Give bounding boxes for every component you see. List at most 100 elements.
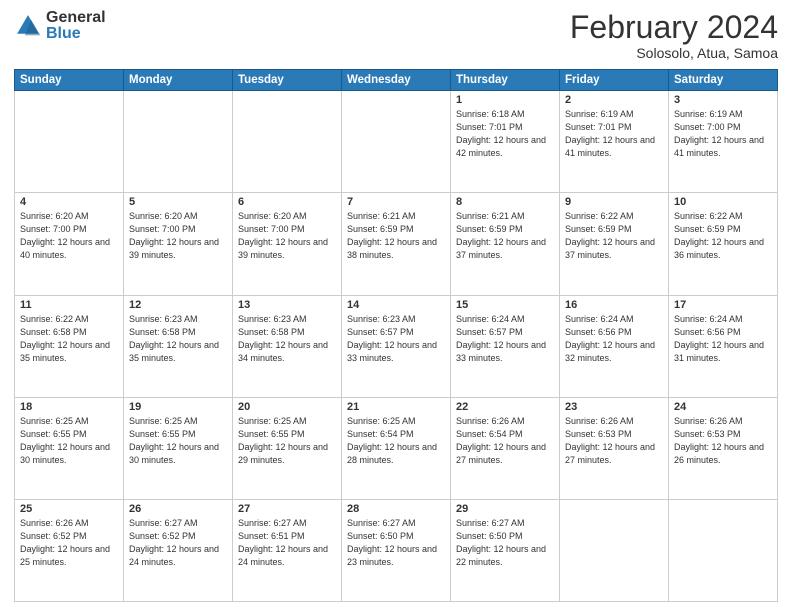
calendar-cell: 3Sunrise: 6:19 AM Sunset: 7:00 PM Daylig… [669, 91, 778, 193]
logo-icon [14, 12, 42, 40]
day-info: Sunrise: 6:25 AM Sunset: 6:55 PM Dayligh… [238, 415, 336, 467]
calendar-cell [15, 91, 124, 193]
day-number: 8 [456, 196, 554, 208]
calendar-week-row: 11 Sunrise: 6:22 AM Sunset: 6:58 PM Dayli… [15, 295, 778, 397]
day-info: Sunrise: 6:19 AM Sunset: 7:00 PM Dayligh… [674, 108, 772, 160]
page: General Blue February 2024 Solosolo, Atu… [0, 0, 792, 612]
calendar-cell: 11 Sunrise: 6:22 AM Sunset: 6:58 PM Dayli… [15, 295, 124, 397]
calendar-cell [560, 499, 669, 601]
calendar-table: SundayMondayTuesdayWednesdayThursdayFrid… [14, 69, 778, 602]
day-info: Sunrise: 6:23 AM Sunset: 6:57 PM Dayligh… [347, 313, 445, 365]
calendar-cell: 22Sunrise: 6:26 AM Sunset: 6:54 PM Dayli… [451, 397, 560, 499]
calendar-cell [342, 91, 451, 193]
calendar-cell: 14 Sunrise: 6:23 AM Sunset: 6:57 PM Dayli… [342, 295, 451, 397]
day-number: 18 [20, 401, 118, 413]
day-info: Sunrise: 6:24 AM Sunset: 6:56 PM Dayligh… [565, 313, 663, 365]
day-number: 25 [20, 503, 118, 515]
day-number: 6 [238, 196, 336, 208]
calendar-cell: 1 Sunrise: 6:18 AM Sunset: 7:01 PM Daylig… [451, 91, 560, 193]
weekday-header-row: SundayMondayTuesdayWednesdayThursdayFrid… [15, 70, 778, 91]
day-number: 28 [347, 503, 445, 515]
calendar-title: February 2024 [570, 10, 778, 45]
day-info: Sunrise: 6:22 AM Sunset: 6:59 PM Dayligh… [674, 210, 772, 262]
day-number: 27 [238, 503, 336, 515]
day-info: Sunrise: 6:21 AM Sunset: 6:59 PM Dayligh… [456, 210, 554, 262]
day-number: 17 [674, 299, 772, 311]
day-number: 12 [129, 299, 227, 311]
calendar-cell: 23Sunrise: 6:26 AM Sunset: 6:53 PM Dayli… [560, 397, 669, 499]
calendar-week-row: 4 Sunrise: 6:20 AM Sunset: 7:00 PM Daylig… [15, 193, 778, 295]
day-info: Sunrise: 6:27 AM Sunset: 6:50 PM Dayligh… [456, 517, 554, 569]
weekday-header-cell: Saturday [669, 70, 778, 91]
calendar-cell: 18 Sunrise: 6:25 AM Sunset: 6:55 PM Dayli… [15, 397, 124, 499]
calendar-cell: 20Sunrise: 6:25 AM Sunset: 6:55 PM Dayli… [233, 397, 342, 499]
day-info: Sunrise: 6:23 AM Sunset: 6:58 PM Dayligh… [238, 313, 336, 365]
day-info: Sunrise: 6:27 AM Sunset: 6:52 PM Dayligh… [129, 517, 227, 569]
calendar-cell: 28 Sunrise: 6:27 AM Sunset: 6:50 PM Dayli… [342, 499, 451, 601]
day-number: 29 [456, 503, 554, 515]
day-number: 7 [347, 196, 445, 208]
day-number: 26 [129, 503, 227, 515]
calendar-cell [669, 499, 778, 601]
day-info: Sunrise: 6:21 AM Sunset: 6:59 PM Dayligh… [347, 210, 445, 262]
title-block: February 2024 Solosolo, Atua, Samoa [570, 10, 778, 61]
day-info: Sunrise: 6:26 AM Sunset: 6:52 PM Dayligh… [20, 517, 118, 569]
day-info: Sunrise: 6:19 AM Sunset: 7:01 PM Dayligh… [565, 108, 663, 160]
calendar-cell: 13 Sunrise: 6:23 AM Sunset: 6:58 PM Dayli… [233, 295, 342, 397]
calendar-cell: 16 Sunrise: 6:24 AM Sunset: 6:56 PM Dayli… [560, 295, 669, 397]
calendar-cell: 2 Sunrise: 6:19 AM Sunset: 7:01 PM Daylig… [560, 91, 669, 193]
day-info: Sunrise: 6:20 AM Sunset: 7:00 PM Dayligh… [238, 210, 336, 262]
day-info: Sunrise: 6:18 AM Sunset: 7:01 PM Dayligh… [456, 108, 554, 160]
calendar-cell [233, 91, 342, 193]
day-number: 2 [565, 94, 663, 106]
calendar-cell: 5 Sunrise: 6:20 AM Sunset: 7:00 PM Daylig… [124, 193, 233, 295]
day-number: 5 [129, 196, 227, 208]
calendar-cell: 25 Sunrise: 6:26 AM Sunset: 6:52 PM Dayli… [15, 499, 124, 601]
calendar-body: 1 Sunrise: 6:18 AM Sunset: 7:01 PM Daylig… [15, 91, 778, 602]
day-info: Sunrise: 6:25 AM Sunset: 6:55 PM Dayligh… [20, 415, 118, 467]
calendar-cell: 12 Sunrise: 6:23 AM Sunset: 6:58 PM Dayli… [124, 295, 233, 397]
day-number: 14 [347, 299, 445, 311]
day-info: Sunrise: 6:20 AM Sunset: 7:00 PM Dayligh… [20, 210, 118, 262]
day-info: Sunrise: 6:22 AM Sunset: 6:58 PM Dayligh… [20, 313, 118, 365]
day-number: 22 [456, 401, 554, 413]
calendar-cell: 19 Sunrise: 6:25 AM Sunset: 6:55 PM Dayli… [124, 397, 233, 499]
day-info: Sunrise: 6:27 AM Sunset: 6:50 PM Dayligh… [347, 517, 445, 569]
weekday-header-cell: Wednesday [342, 70, 451, 91]
day-number: 24 [674, 401, 772, 413]
calendar-cell: 9 Sunrise: 6:22 AM Sunset: 6:59 PM Daylig… [560, 193, 669, 295]
day-number: 11 [20, 299, 118, 311]
day-info: Sunrise: 6:23 AM Sunset: 6:58 PM Dayligh… [129, 313, 227, 365]
day-number: 1 [456, 94, 554, 106]
calendar-cell: 6 Sunrise: 6:20 AM Sunset: 7:00 PM Daylig… [233, 193, 342, 295]
calendar-week-row: 18 Sunrise: 6:25 AM Sunset: 6:55 PM Dayli… [15, 397, 778, 499]
calendar-cell [124, 91, 233, 193]
header: General Blue February 2024 Solosolo, Atu… [14, 10, 778, 61]
day-info: Sunrise: 6:20 AM Sunset: 7:00 PM Dayligh… [129, 210, 227, 262]
calendar-cell: 7 Sunrise: 6:21 AM Sunset: 6:59 PM Daylig… [342, 193, 451, 295]
weekday-header-cell: Thursday [451, 70, 560, 91]
day-number: 19 [129, 401, 227, 413]
day-number: 9 [565, 196, 663, 208]
day-info: Sunrise: 6:22 AM Sunset: 6:59 PM Dayligh… [565, 210, 663, 262]
day-info: Sunrise: 6:26 AM Sunset: 6:53 PM Dayligh… [674, 415, 772, 467]
day-info: Sunrise: 6:25 AM Sunset: 6:54 PM Dayligh… [347, 415, 445, 467]
day-info: Sunrise: 6:26 AM Sunset: 6:53 PM Dayligh… [565, 415, 663, 467]
weekday-header-cell: Sunday [15, 70, 124, 91]
day-info: Sunrise: 6:25 AM Sunset: 6:55 PM Dayligh… [129, 415, 227, 467]
day-number: 13 [238, 299, 336, 311]
weekday-header-cell: Tuesday [233, 70, 342, 91]
calendar-cell: 15Sunrise: 6:24 AM Sunset: 6:57 PM Dayli… [451, 295, 560, 397]
calendar-cell: 4 Sunrise: 6:20 AM Sunset: 7:00 PM Daylig… [15, 193, 124, 295]
logo-blue-text: Blue [46, 26, 106, 42]
day-number: 16 [565, 299, 663, 311]
calendar-week-row: 1 Sunrise: 6:18 AM Sunset: 7:01 PM Daylig… [15, 91, 778, 193]
calendar-cell: 27Sunrise: 6:27 AM Sunset: 6:51 PM Dayli… [233, 499, 342, 601]
weekday-header-cell: Monday [124, 70, 233, 91]
weekday-header-cell: Friday [560, 70, 669, 91]
day-number: 21 [347, 401, 445, 413]
day-number: 4 [20, 196, 118, 208]
calendar-week-row: 25 Sunrise: 6:26 AM Sunset: 6:52 PM Dayli… [15, 499, 778, 601]
day-info: Sunrise: 6:24 AM Sunset: 6:56 PM Dayligh… [674, 313, 772, 365]
calendar-cell: 10Sunrise: 6:22 AM Sunset: 6:59 PM Dayli… [669, 193, 778, 295]
